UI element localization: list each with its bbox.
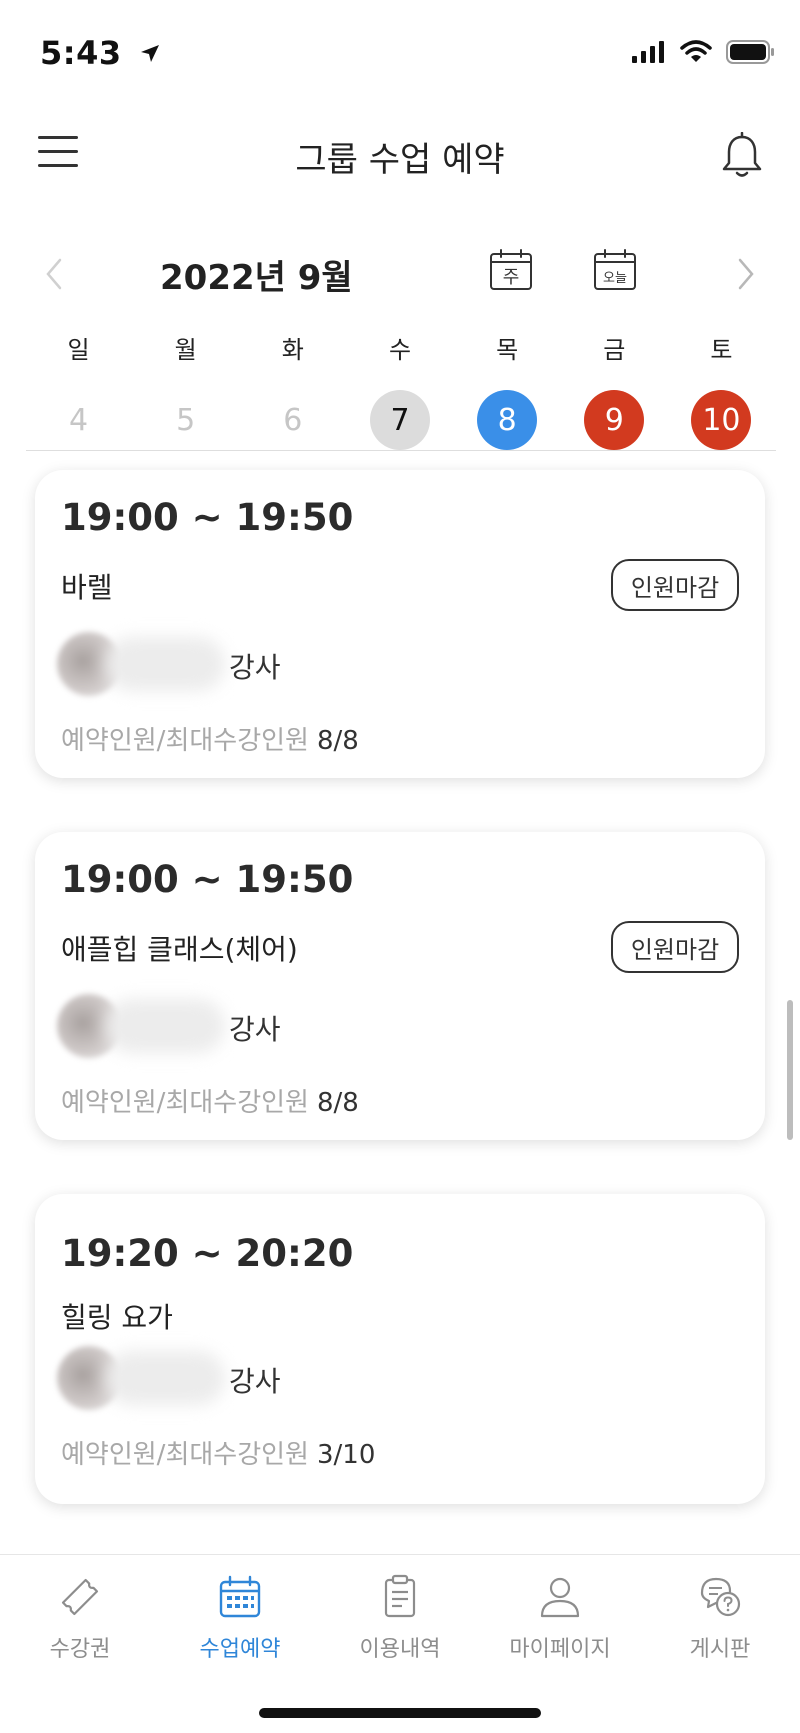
prev-week-button[interactable]	[40, 256, 70, 292]
instructor-name-blurred	[105, 1351, 225, 1405]
signal-icon	[632, 41, 664, 63]
full-badge: 인원마감	[611, 559, 739, 611]
instructor-label: 강사	[229, 651, 281, 684]
svg-text:오늘: 오늘	[603, 271, 627, 286]
status-icons	[632, 40, 776, 64]
battery-icon	[726, 40, 774, 64]
capacity-label: 예약인원/최대수강인원	[61, 1440, 309, 1470]
instructor-label: 강사	[229, 1365, 281, 1398]
weekday-label: 일	[67, 336, 90, 364]
instructor-name-blurred	[105, 637, 225, 691]
instructor-name-blurred	[105, 999, 225, 1053]
person-icon	[540, 1577, 580, 1618]
date-row: 4 5 6 7 8 9 10	[25, 390, 775, 450]
capacity-value: 8/8	[316, 1088, 359, 1118]
clipboard-icon	[384, 1574, 416, 1618]
capacity-label: 예약인원/최대수강인원	[61, 1088, 309, 1118]
tab-label: 마이페이지	[509, 1637, 611, 1662]
class-name: 힐링 요가	[61, 1301, 173, 1334]
next-week-button[interactable]	[730, 256, 760, 292]
tab-usage-history[interactable]: 이용내역	[320, 1573, 480, 1663]
capacity-value: 3/10	[316, 1440, 376, 1470]
capacity-info: 예약인원/최대수강인원 8/8	[61, 720, 359, 757]
date-9[interactable]: 9	[584, 390, 645, 450]
capacity-info: 예약인원/최대수강인원 3/10	[61, 1434, 375, 1471]
ticket-icon	[61, 1578, 99, 1616]
class-time: 19:00 ~ 19:50	[61, 858, 354, 901]
tab-label: 수업예약	[199, 1637, 281, 1662]
chevron-right-icon	[738, 258, 754, 290]
date-8[interactable]: 8	[477, 390, 538, 450]
date-7-selected[interactable]: 7	[369, 390, 430, 450]
capacity-label: 예약인원/최대수강인원	[61, 726, 309, 756]
date-6: 6	[283, 402, 303, 438]
calendar-today-icon: 오늘	[594, 249, 636, 290]
weekday-label: 수	[388, 336, 412, 364]
weekday-label: 월	[174, 336, 197, 364]
weekday-label: 목	[496, 336, 519, 364]
class-time: 19:00 ~ 19:50	[61, 496, 354, 539]
weekday-header: 일 월 화 수 목 금 토	[25, 330, 775, 365]
weekday-label: 금	[603, 336, 626, 364]
weekday-label: 화	[281, 336, 304, 364]
notification-button[interactable]	[720, 131, 764, 180]
wifi-icon	[680, 40, 712, 62]
tab-tickets[interactable]: 수강권	[0, 1573, 160, 1663]
tab-label: 이용내역	[359, 1637, 441, 1662]
location-arrow-icon	[141, 45, 160, 62]
class-time: 19:20 ~ 20:20	[61, 1232, 354, 1275]
calendar-week-icon: 주	[490, 249, 532, 290]
bottom-tab-bar: 수강권 수업예약 이용내역 마이페이지 게시판	[0, 1554, 800, 1733]
tab-board[interactable]: 게시판	[640, 1573, 800, 1663]
class-card[interactable]: 19:20 ~ 20:20 힐링 요가 강사 예약인원/최대수강인원 3/10	[35, 1194, 765, 1504]
tab-class-booking[interactable]: 수업예약	[160, 1573, 320, 1663]
class-card[interactable]: 19:00 ~ 19:50 애플힙 클래스(체어) 인원마감 강사 예약인원/최…	[35, 832, 765, 1140]
tab-label: 게시판	[689, 1637, 751, 1662]
scrollbar[interactable]	[787, 1000, 793, 1140]
status-time: 5:43	[40, 34, 161, 72]
date-10[interactable]: 10	[691, 390, 752, 450]
chat-question-icon	[700, 1577, 741, 1617]
date-4: 4	[69, 402, 89, 438]
calendar-icon	[219, 1575, 261, 1618]
tab-my-page[interactable]: 마이페이지	[480, 1573, 640, 1663]
date-5: 5	[176, 402, 196, 438]
calendar-divider	[26, 450, 776, 451]
capacity-info: 예약인원/최대수강인원 8/8	[61, 1082, 359, 1119]
svg-text:주: 주	[503, 267, 520, 288]
instructor-label: 강사	[229, 1013, 281, 1046]
today-button[interactable]: 오늘	[592, 248, 638, 292]
capacity-value: 8/8	[316, 726, 359, 756]
bell-icon	[722, 131, 762, 177]
month-label: 2022년 9월	[160, 258, 353, 298]
weekday-label: 토	[710, 336, 733, 364]
tab-label: 수강권	[49, 1637, 111, 1662]
home-indicator	[259, 1708, 541, 1718]
chevron-left-icon	[46, 258, 62, 290]
page-title: 그룹 수업 예약	[295, 140, 505, 180]
full-badge: 인원마감	[611, 921, 739, 973]
class-card[interactable]: 19:00 ~ 19:50 바렐 인원마감 강사 예약인원/최대수강인원 8/8	[35, 470, 765, 778]
week-view-button[interactable]: 주	[488, 248, 534, 292]
class-name: 애플힙 클래스(체어)	[61, 933, 298, 966]
class-name: 바렐	[61, 571, 113, 604]
